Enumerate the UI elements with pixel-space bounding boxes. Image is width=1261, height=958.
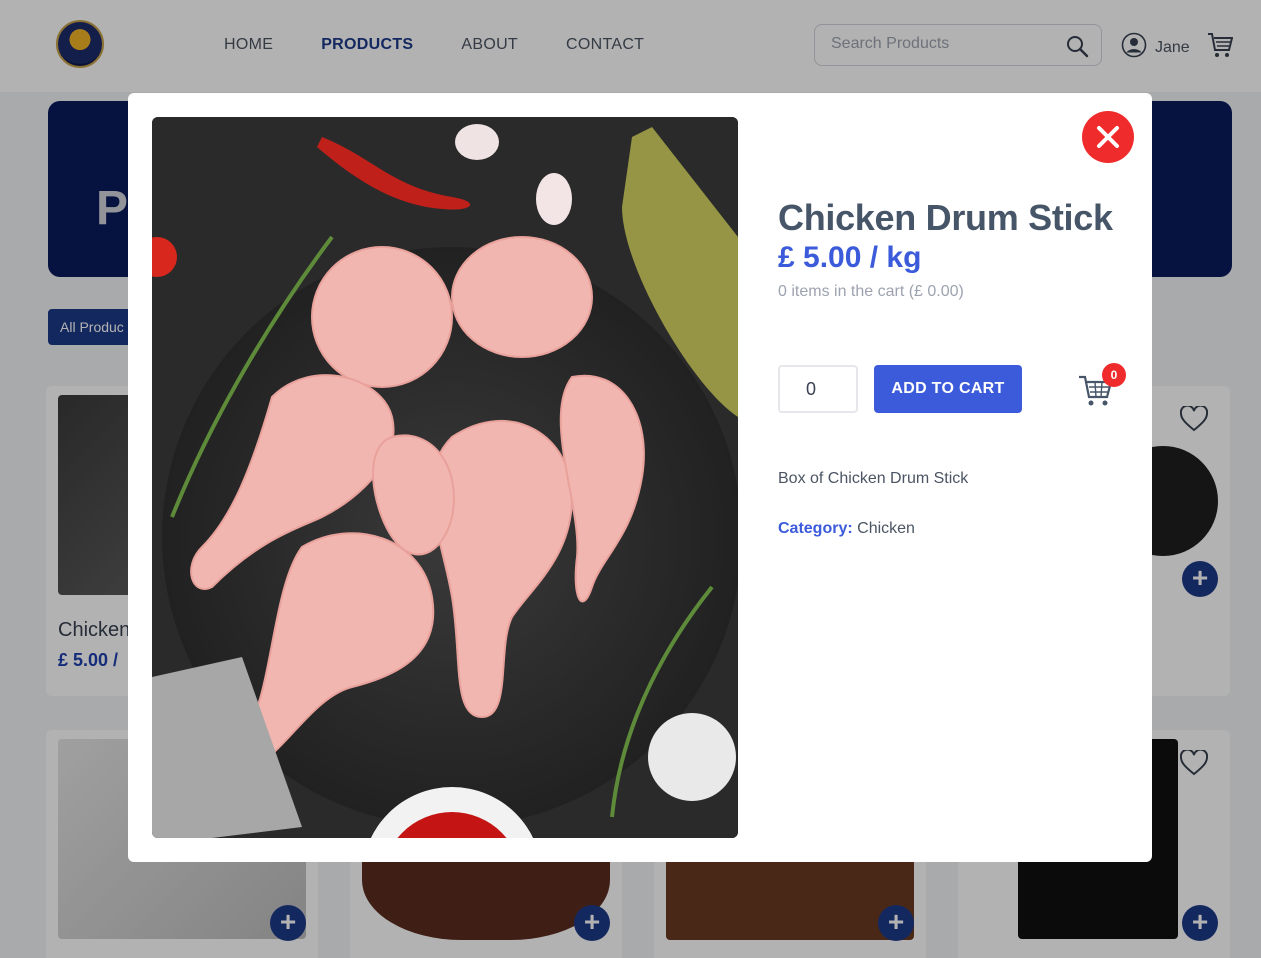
cart-status: 0 items in the cart (£ 0.00) bbox=[778, 283, 964, 300]
product-title: Chicken Drum Stick bbox=[778, 197, 1113, 238]
category-label: Category: bbox=[778, 520, 853, 537]
product-modal: Chicken Drum Stick £ 5.00 / kg 0 items i… bbox=[128, 93, 1152, 862]
product-photo bbox=[152, 117, 738, 838]
quantity-input[interactable]: 0 bbox=[778, 365, 858, 413]
category-value[interactable]: Chicken bbox=[857, 520, 915, 537]
product-category: Category: Chicken bbox=[778, 520, 915, 538]
close-icon bbox=[1082, 126, 1134, 167]
cart-badge: 0 bbox=[1102, 363, 1126, 387]
product-price: £ 5.00 / kg bbox=[778, 241, 922, 274]
product-description: Box of Chicken Drum Stick bbox=[778, 470, 969, 487]
add-to-cart-button[interactable]: ADD TO CART bbox=[874, 365, 1022, 413]
close-modal-button[interactable] bbox=[1082, 111, 1134, 163]
